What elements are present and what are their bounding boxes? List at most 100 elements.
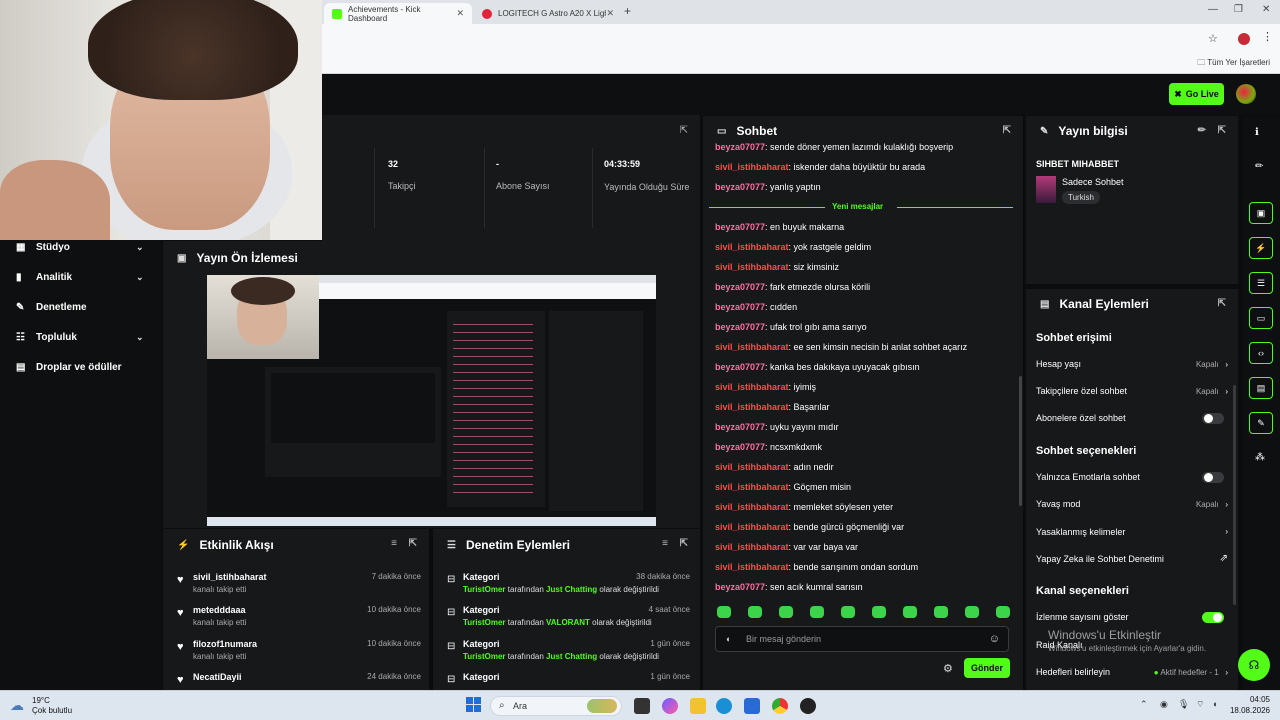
- expand-icon[interactable]: ⇱: [1003, 125, 1011, 136]
- extension-icon[interactable]: [1238, 33, 1250, 45]
- chat-username[interactable]: beyza07077: [715, 322, 765, 332]
- feed-user[interactable]: metedddaaa: [193, 605, 246, 615]
- sidebar-item-analytics[interactable]: ▮ Analitik ⌄: [16, 272, 144, 283]
- close-icon[interactable]: ✕: [456, 8, 464, 19]
- chevron-right-icon[interactable]: ›: [1225, 527, 1228, 536]
- copilot-icon[interactable]: [662, 698, 678, 714]
- expand-icon[interactable]: ⇱: [1218, 298, 1226, 309]
- audit-category[interactable]: Just Chatting: [546, 585, 597, 594]
- edit-icon[interactable]: ✏: [1198, 125, 1206, 136]
- send-button[interactable]: Gönder: [964, 658, 1010, 678]
- emote-icon[interactable]: [934, 606, 948, 618]
- nodes-icon[interactable]: ⁂: [1255, 452, 1265, 463]
- chat-username[interactable]: beyza07077: [715, 142, 765, 152]
- tray-chevron-icon[interactable]: ⌃: [1140, 699, 1148, 710]
- rail-channel-button[interactable]: ▤: [1249, 377, 1273, 399]
- feed-user[interactable]: sivil_istihbaharat: [193, 572, 267, 582]
- chat-username[interactable]: sivil_istihbaharat: [715, 522, 789, 532]
- rail-activity-button[interactable]: ⚡: [1249, 237, 1273, 259]
- chat-username[interactable]: sivil_istihbaharat: [715, 462, 789, 472]
- clock-date[interactable]: 18.08.2026: [1222, 706, 1270, 715]
- store-icon[interactable]: [744, 698, 760, 714]
- expand-icon[interactable]: ⇱: [409, 538, 417, 549]
- ai-mod-label[interactable]: Yapay Zeka ile Sohbet Denetimi: [1036, 554, 1164, 564]
- wifi-icon[interactable]: ⌔: [1196, 699, 1204, 710]
- audit-user[interactable]: TuristOmer: [463, 585, 506, 594]
- slow-mode-value[interactable]: Kapalı ›: [1196, 500, 1228, 509]
- emote-icon[interactable]: [965, 606, 979, 618]
- task-view-icon[interactable]: [634, 698, 650, 714]
- sidebar-item-studio[interactable]: ▦ Stüdyo ⌄: [16, 242, 144, 253]
- chat-username[interactable]: sivil_istihbaharat: [715, 262, 789, 272]
- all-bookmarks[interactable]: 🗀 Tüm Yer İşaretleri: [1197, 57, 1270, 71]
- obs-icon[interactable]: [800, 698, 816, 714]
- chat-username[interactable]: sivil_istihbaharat: [715, 382, 789, 392]
- audit-user[interactable]: TuristOmer: [463, 618, 506, 627]
- chat-username[interactable]: beyza07077: [715, 282, 765, 292]
- slow-mode-label[interactable]: Yavaş mod: [1036, 499, 1080, 509]
- goals-label[interactable]: Hedefleri belirleyin: [1036, 667, 1110, 677]
- expand-icon[interactable]: ⇱: [680, 125, 688, 136]
- emotes-only-toggle[interactable]: [1202, 472, 1224, 483]
- chat-input[interactable]: ◐ Bir mesaj gönderin ☺: [715, 626, 1009, 652]
- chrome-icon[interactable]: [772, 698, 788, 714]
- settings-gear-icon[interactable]: ⚙: [943, 662, 953, 675]
- weather-temp[interactable]: 19°C: [32, 696, 50, 705]
- info-icon[interactable]: ℹ: [1255, 127, 1259, 138]
- feed-user[interactable]: NecatiDayii: [193, 672, 242, 682]
- audit-user[interactable]: TuristOmer: [463, 652, 506, 661]
- chat-username[interactable]: sivil_istihbaharat: [715, 242, 789, 252]
- expand-icon[interactable]: ⇱: [1218, 125, 1226, 136]
- goals-value[interactable]: ● Aktif hedefler - 1 ›: [1154, 668, 1228, 677]
- scrollbar[interactable]: [1019, 376, 1022, 506]
- chat-username[interactable]: beyza07077: [715, 422, 765, 432]
- tray-app-icon[interactable]: ◉: [1160, 699, 1168, 710]
- external-link-icon[interactable]: ⇗: [1220, 553, 1228, 564]
- chat-username[interactable]: sivil_istihbaharat: [715, 402, 789, 412]
- emote-icon[interactable]: [841, 606, 855, 618]
- audit-category[interactable]: VALORANT: [546, 618, 590, 627]
- volume-icon[interactable]: ◖: [1212, 699, 1217, 709]
- menu-icon[interactable]: ⋮: [1262, 30, 1273, 43]
- expand-icon[interactable]: ⇱: [680, 538, 688, 549]
- banned-words-label[interactable]: Yasaklanmış kelimeler: [1036, 527, 1125, 537]
- rail-embed-button[interactable]: ‹›: [1249, 342, 1273, 364]
- show-viewers-toggle[interactable]: [1202, 612, 1224, 623]
- sidebar-item-community[interactable]: ☷ Topluluk ⌄: [16, 332, 144, 343]
- rail-audit-button[interactable]: ☰: [1249, 272, 1273, 294]
- chat-username[interactable]: beyza07077: [715, 362, 765, 372]
- chat-username[interactable]: beyza07077: [715, 302, 765, 312]
- subs-only-toggle[interactable]: [1202, 413, 1224, 424]
- feed-user[interactable]: filozof1numara: [193, 639, 257, 649]
- scrollbar[interactable]: [1233, 385, 1236, 605]
- chat-username[interactable]: sivil_istihbaharat: [715, 482, 789, 492]
- chat-username[interactable]: sivil_istihbaharat: [715, 502, 789, 512]
- rail-preview-button[interactable]: ▣: [1249, 202, 1273, 224]
- close-icon[interactable]: ✕: [606, 8, 614, 19]
- emote-icon[interactable]: [748, 606, 762, 618]
- microphone-icon[interactable]: 🎙: [1178, 699, 1189, 710]
- filter-icon[interactable]: ≡: [662, 538, 668, 549]
- account-age-value[interactable]: Kapalı ›: [1196, 360, 1228, 369]
- category-name[interactable]: Sadece Sohbet: [1062, 177, 1124, 187]
- account-age-label[interactable]: Hesap yaşı: [1036, 359, 1081, 369]
- minimize-icon[interactable]: —: [1208, 4, 1218, 15]
- url-field[interactable]: [330, 28, 1190, 50]
- window-close-icon[interactable]: ✕: [1262, 4, 1270, 15]
- emoji-icon[interactable]: ☺: [989, 633, 1000, 645]
- chat-username[interactable]: sivil_istihbaharat: [715, 342, 789, 352]
- emote-icon[interactable]: [996, 606, 1010, 618]
- tab-kick-dashboard[interactable]: Achievements - Kick Dashboard ✕: [324, 3, 472, 24]
- chat-username[interactable]: beyza07077: [715, 442, 765, 452]
- taskbar-search[interactable]: ⌕ Ara: [490, 696, 622, 716]
- chat-username[interactable]: sivil_istihbaharat: [715, 162, 789, 172]
- support-button[interactable]: ☊: [1238, 649, 1270, 681]
- rail-chat-button[interactable]: ▭: [1249, 307, 1273, 329]
- emote-icon[interactable]: [872, 606, 886, 618]
- followers-only-label[interactable]: Takipçilere özel sohbet: [1036, 386, 1127, 396]
- audit-category[interactable]: Just Chatting: [546, 652, 597, 661]
- maximize-icon[interactable]: ❐: [1234, 4, 1243, 15]
- chat-username[interactable]: beyza07077: [715, 222, 765, 232]
- rail-info-button[interactable]: ✎: [1249, 412, 1273, 434]
- avatar[interactable]: [1236, 84, 1256, 104]
